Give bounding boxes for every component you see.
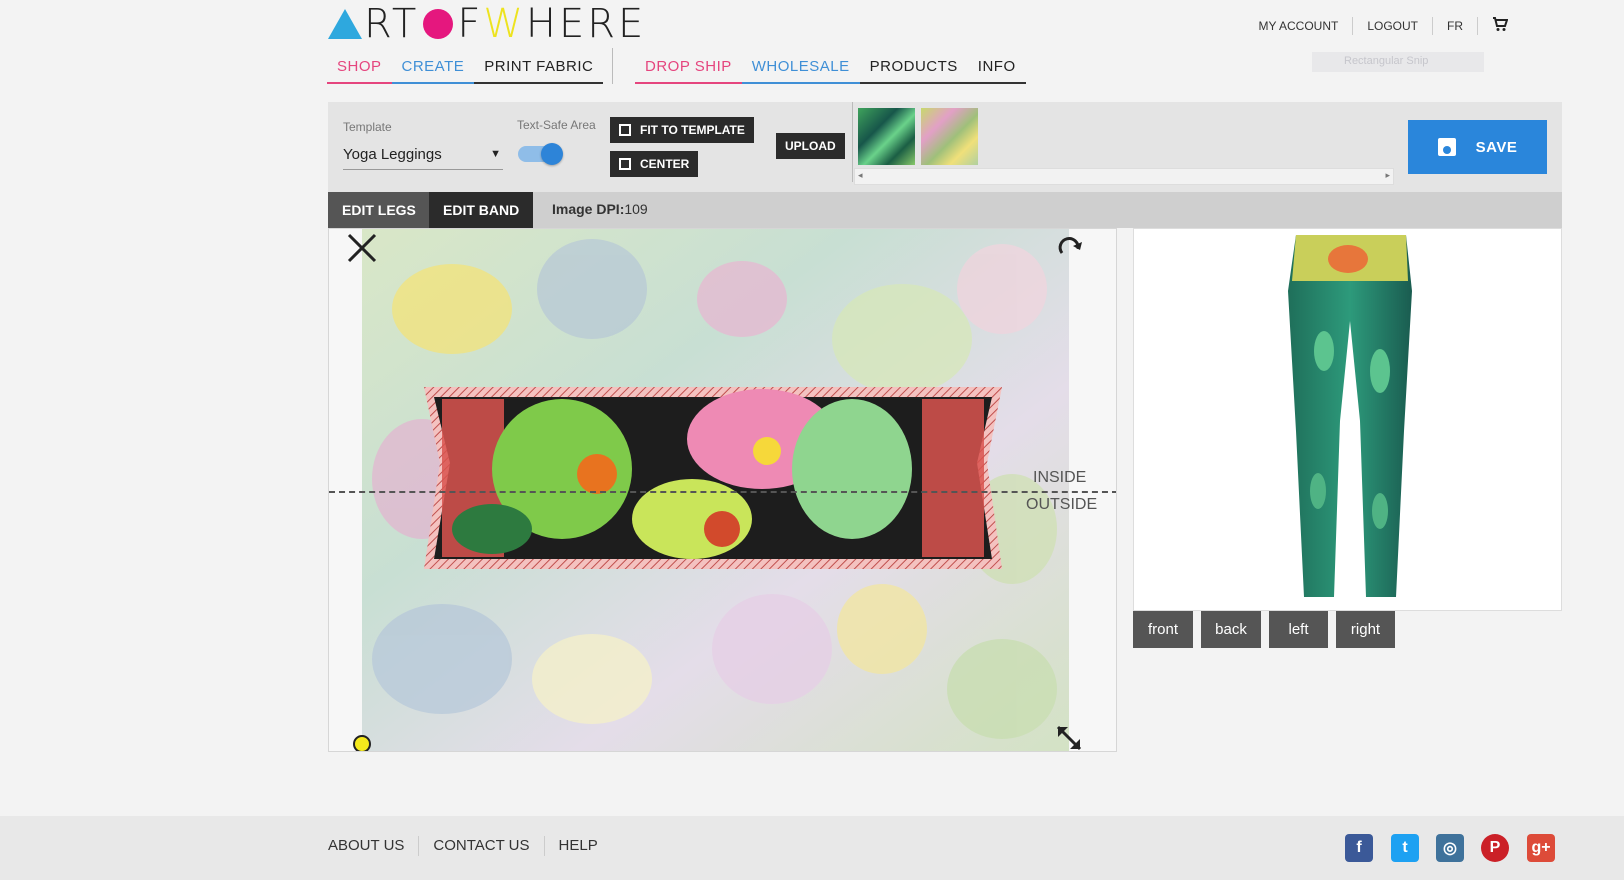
logo-w: W — [483, 1, 526, 47]
view-back-button[interactable]: back — [1201, 611, 1261, 648]
save-label: SAVE — [1475, 138, 1518, 156]
center-label: CENTER — [640, 157, 690, 171]
edit-tabs-bar: EDIT LEGS EDIT BAND Image DPI:109 — [328, 192, 1562, 228]
product-preview — [1133, 228, 1562, 611]
outside-label: OUTSIDE — [1026, 496, 1098, 513]
pinterest-icon[interactable]: P — [1481, 834, 1509, 862]
save-button[interactable]: SAVE — [1408, 120, 1547, 174]
googleplus-icon[interactable]: g+ — [1527, 834, 1555, 862]
dpi-label: Image DPI: — [552, 201, 625, 217]
nav-divider — [612, 48, 613, 84]
save-disk-icon — [1437, 138, 1456, 156]
facebook-icon[interactable]: f — [1345, 834, 1373, 862]
view-front-button[interactable]: front — [1133, 611, 1193, 648]
contact-us-link[interactable]: CONTACT US — [419, 836, 545, 856]
nav-info[interactable]: INFO — [967, 56, 1026, 84]
image-thumbnail-2[interactable] — [921, 108, 978, 165]
template-select[interactable]: Yoga Leggings ▼ — [343, 146, 503, 170]
tab-edit-legs[interactable]: EDIT LEGS — [328, 192, 430, 228]
logo-text-3: HERE — [525, 1, 647, 47]
preview-view-buttons: front back left right — [1133, 611, 1395, 648]
expand-icon — [619, 124, 631, 136]
scroll-right-icon[interactable]: ▸ — [1385, 170, 1390, 181]
logo-text-2: F — [457, 1, 484, 47]
nav-products[interactable]: PRODUCTS — [859, 56, 968, 84]
main-nav-left: SHOP CREATE PRINT FABRIC — [327, 56, 604, 84]
anchor-point-icon[interactable] — [353, 735, 371, 751]
logo-text-1: RT — [364, 1, 420, 47]
site-footer — [0, 816, 1624, 880]
template-label: Template — [343, 120, 392, 134]
twitter-icon[interactable]: t — [1391, 834, 1419, 862]
account-links: MY ACCOUNT LOGOUT FR — [1245, 16, 1509, 36]
main-nav-right: DROP SHIP WHOLESALE PRODUCTS INFO — [635, 56, 1026, 84]
nav-shop[interactable]: SHOP — [327, 56, 392, 84]
delete-image-icon[interactable] — [345, 231, 379, 270]
nav-print-fabric[interactable]: PRINT FABRIC — [474, 56, 604, 84]
brand-logo[interactable]: RT F W HERE — [328, 1, 647, 47]
view-left-button[interactable]: left — [1269, 611, 1328, 648]
logo-dot — [423, 9, 454, 39]
scroll-left-icon[interactable]: ◂ — [858, 170, 863, 181]
logout-link[interactable]: LOGOUT — [1353, 17, 1433, 35]
center-button[interactable]: CENTER — [610, 151, 699, 177]
fit-to-template-button[interactable]: FIT TO TEMPLATE — [610, 117, 754, 143]
center-focus-icon — [619, 158, 631, 170]
instagram-icon[interactable]: ◎ — [1436, 834, 1464, 862]
inside-label: INSIDE — [1033, 469, 1087, 486]
view-right-button[interactable]: right — [1336, 611, 1395, 648]
image-thumbnail-1[interactable] — [858, 108, 915, 165]
about-us-link[interactable]: ABOUT US — [328, 836, 420, 856]
cart-icon[interactable] — [1478, 16, 1509, 36]
template-value: Yoga Leggings — [343, 146, 442, 163]
fit-label: FIT TO TEMPLATE — [640, 123, 745, 137]
footer-links: ABOUT US CONTACT US HELP — [328, 836, 612, 856]
snip-overlay: Rectangular Snip — [1312, 52, 1484, 72]
thumbnail-scrollbar[interactable]: ◂ ▸ — [854, 168, 1394, 185]
image-dpi: Image DPI:109 — [552, 201, 648, 217]
chevron-down-icon: ▼ — [490, 148, 501, 160]
rotate-icon[interactable] — [1054, 233, 1084, 268]
fold-line — [329, 491, 1116, 493]
help-link[interactable]: HELP — [545, 836, 612, 856]
toolbar-divider — [852, 102, 853, 182]
text-safe-label: Text-Safe Area — [517, 118, 596, 132]
my-account-link[interactable]: MY ACCOUNT — [1245, 17, 1354, 35]
toggle-knob — [541, 143, 563, 165]
design-canvas[interactable]: INSIDE OUTSIDE — [328, 228, 1117, 752]
nav-create[interactable]: CREATE — [391, 56, 475, 84]
upload-button[interactable]: UPLOAD — [776, 133, 845, 159]
resize-icon[interactable] — [1054, 723, 1084, 751]
logo-triangle — [328, 9, 362, 39]
text-safe-toggle[interactable] — [518, 142, 566, 166]
language-link[interactable]: FR — [1433, 17, 1478, 35]
dpi-value: 109 — [624, 201, 648, 217]
leggings-preview-image — [1288, 235, 1412, 597]
tab-edit-band[interactable]: EDIT BAND — [429, 192, 534, 228]
nav-wholesale[interactable]: WHOLESALE — [741, 56, 860, 84]
nav-drop-ship[interactable]: DROP SHIP — [635, 56, 742, 84]
